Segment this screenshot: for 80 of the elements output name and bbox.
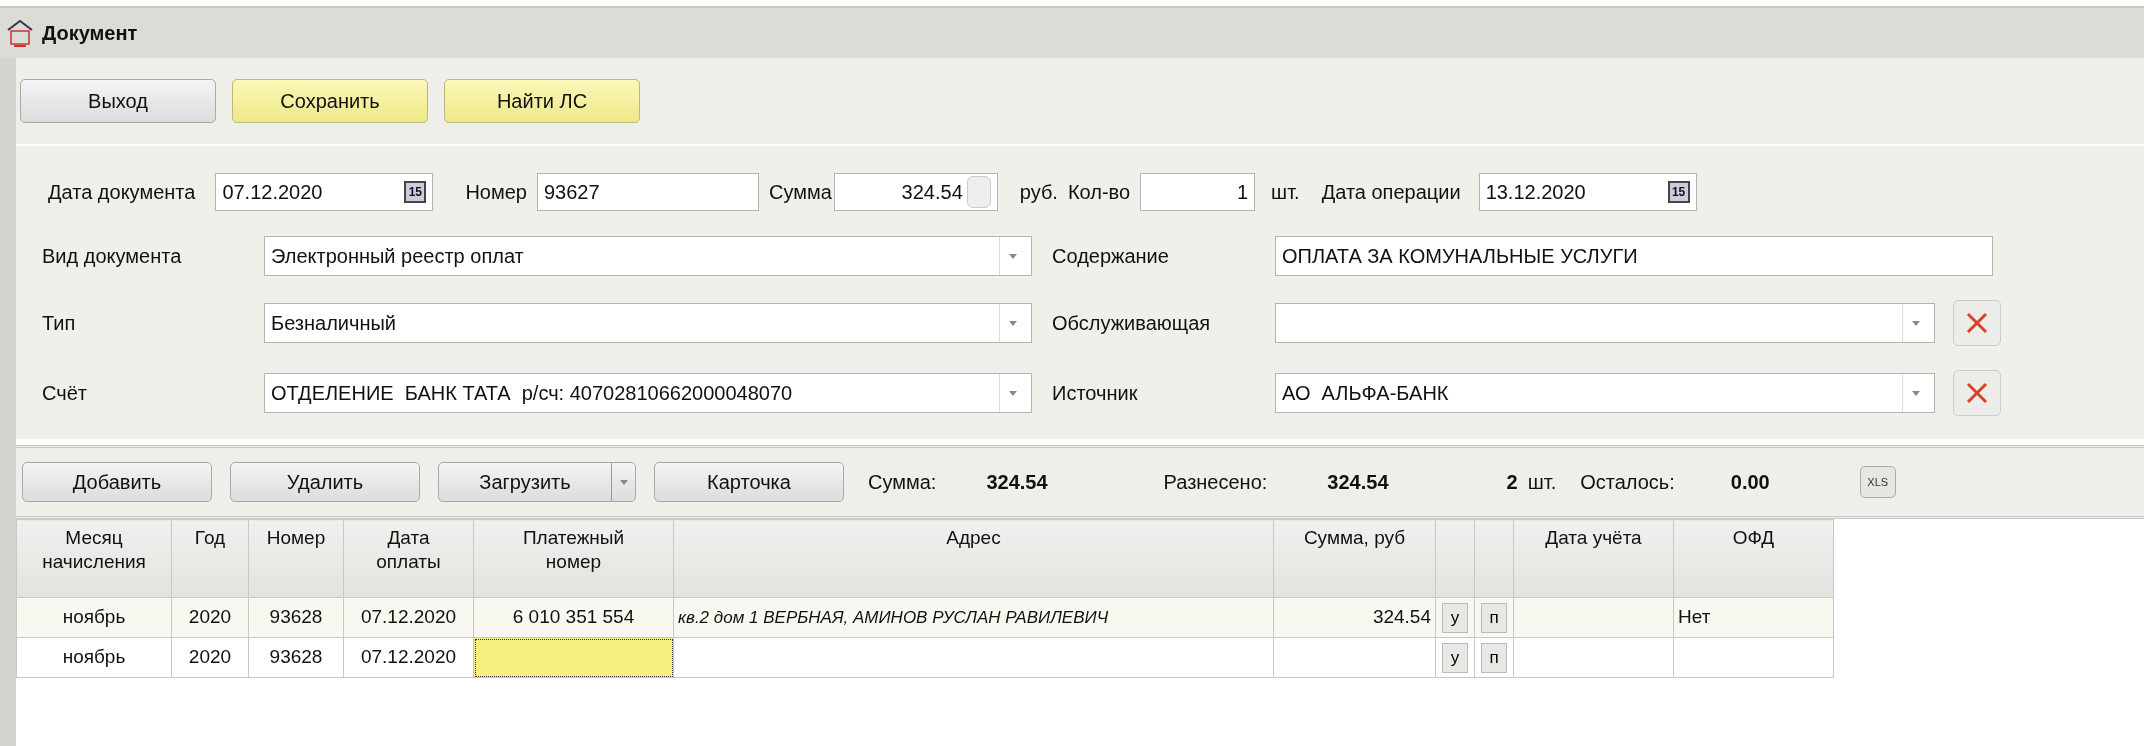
table-cell: Нет xyxy=(1673,597,1834,638)
toolbar-button[interactable]: Карточка xyxy=(654,462,844,502)
field-label: Номер xyxy=(465,180,527,205)
column-header: Месяц начисления xyxy=(16,519,172,598)
window-title: Документ xyxy=(42,21,138,46)
dropdown-arrow-icon[interactable] xyxy=(1007,252,1018,260)
date-field[interactable]: 07.12.2020 15 xyxy=(215,173,434,211)
table-cell: 6 010 351 554 xyxy=(473,597,674,638)
field-label: Дата документа xyxy=(48,180,196,205)
close-icon xyxy=(1965,311,1989,335)
dropdown-field[interactable]: Электронный реестр оплат xyxy=(264,236,1032,276)
table-cell: 07.12.2020 xyxy=(343,597,474,638)
summary-label: Разнесено: xyxy=(1163,470,1268,495)
input-field[interactable]: 324.54 xyxy=(833,173,998,211)
field-label: шт. xyxy=(1271,180,1300,205)
summary-value: 324.54 xyxy=(1327,470,1389,495)
dropdown-arrow-icon[interactable] xyxy=(618,478,629,486)
column-header: Год xyxy=(171,519,249,598)
input-field[interactable]: 93627 xyxy=(536,173,759,211)
toolbar-button[interactable]: Удалить xyxy=(230,462,420,502)
field-label: Сумма xyxy=(768,180,832,205)
calendar-icon[interactable]: 15 xyxy=(1667,181,1690,203)
summary-label: Сумма: xyxy=(868,470,937,495)
table-cell: ноябрь xyxy=(16,597,172,638)
row-action-button[interactable]: у xyxy=(1442,642,1468,673)
column-header: Сумма, руб xyxy=(1273,519,1436,598)
table-cell: 2020 xyxy=(171,637,249,678)
toolbar-button[interactable]: Выход xyxy=(20,79,216,123)
table-cell: ноябрь xyxy=(16,637,172,678)
summary-label: шт. xyxy=(1527,470,1557,495)
toolbar-button[interactable]: Добавить xyxy=(22,462,212,502)
field-label: Дата операции xyxy=(1321,180,1461,205)
summary-value: 2 xyxy=(1506,470,1518,495)
dropdown-field[interactable]: АО АЛЬФА-БАНК xyxy=(1275,373,1935,413)
input-cell[interactable] xyxy=(473,637,674,678)
column-header: Дата оплаты xyxy=(343,519,474,598)
input-field[interactable]: ОПЛАТА ЗА КОМУНАЛЬНЫЕ УСЛУГИ xyxy=(1275,236,1993,276)
table-cell: 2020 xyxy=(171,597,249,638)
field-label: Счёт xyxy=(41,381,88,406)
table-cell: кв.2 дом 1 ВЕРБНАЯ, АМИНОВ РУСЛАН РАВИЛЕВИЧ xyxy=(673,597,1274,638)
dropdown-arrow-icon[interactable] xyxy=(1910,319,1921,327)
dropdown-field[interactable]: Безналичный xyxy=(264,303,1032,343)
table-cell: 93628 xyxy=(248,597,344,638)
summary-value: 0.00 xyxy=(1730,470,1770,495)
summary-label: Осталось: xyxy=(1580,470,1675,495)
field-label: Вид документа xyxy=(41,244,183,269)
table-cell: 324.54 xyxy=(1273,597,1436,638)
export-button[interactable]: XLS xyxy=(1859,466,1896,498)
column-header: Номер xyxy=(248,519,344,598)
field-label: Кол-во xyxy=(1067,180,1131,205)
date-field[interactable]: 13.12.2020 15 xyxy=(1478,173,1697,211)
field-label: руб. xyxy=(1019,180,1058,205)
summary-value: 324.54 xyxy=(986,470,1048,495)
dropdown-field[interactable]: ОТДЕЛЕНИЕ БАНК ТАТА р/сч: 40702810662000048070 xyxy=(264,373,1032,413)
dropdown-arrow-icon[interactable] xyxy=(1007,389,1018,397)
input-field[interactable]: 1 xyxy=(1140,173,1256,211)
dropdown-arrow-icon[interactable] xyxy=(1910,389,1921,397)
dropdown-field[interactable] xyxy=(1275,303,1935,343)
calendar-icon[interactable]: 15 xyxy=(404,181,427,203)
field-label: Тип xyxy=(41,311,77,336)
clear-button[interactable] xyxy=(1953,300,2001,346)
field-label: Обслуживающая xyxy=(1052,311,1212,336)
table-cell: 93628 xyxy=(248,637,344,678)
clear-button[interactable] xyxy=(1953,370,2001,416)
row-action-button[interactable]: у xyxy=(1442,602,1468,633)
toolbar-button[interactable]: Сохранить xyxy=(232,79,428,123)
column-header: Дата учёта xyxy=(1513,519,1674,598)
row-action-button[interactable]: п xyxy=(1481,602,1507,633)
table-cell: 07.12.2020 xyxy=(343,637,474,678)
field-label: Содержание xyxy=(1052,244,1170,269)
house-logo-icon xyxy=(6,18,34,48)
dropdown-arrow-icon[interactable] xyxy=(1007,319,1018,327)
row-action-button[interactable]: п xyxy=(1481,642,1507,673)
column-header: ОФД xyxy=(1673,519,1834,598)
split-button[interactable]: Загрузить xyxy=(438,462,636,502)
field-label: Источник xyxy=(1052,381,1139,406)
close-icon xyxy=(1965,381,1989,405)
column-header: Платежный номер xyxy=(473,519,674,598)
toolbar-button[interactable]: Найти ЛС xyxy=(444,79,640,123)
column-header: Адрес xyxy=(673,519,1274,598)
